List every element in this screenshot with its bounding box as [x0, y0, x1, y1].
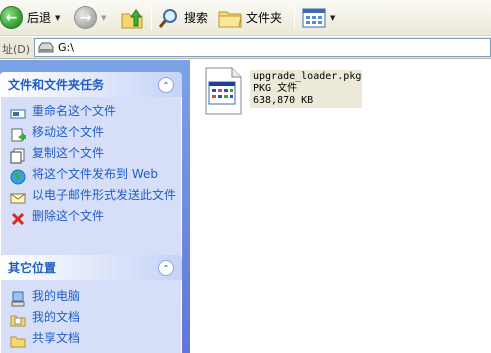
task-copy[interactable]: 复制这个文件 [1, 145, 181, 166]
up-folder-button[interactable] [120, 3, 144, 32]
task-pane: 文件和文件夹任务 ⌃ 重命名这个文件 移动这个文件 复制这个文件 将这个文件发布… [0, 60, 190, 353]
task-rename[interactable]: 重命名这个文件 [1, 103, 181, 124]
file-type: PKG 文件 [253, 83, 298, 94]
file-size: 638,870 KB [253, 95, 314, 106]
task-email-label: 以电子邮件形式发送此文件 [32, 188, 177, 202]
other-places-title: 其它位置 [8, 261, 57, 275]
drive-icon [38, 42, 54, 52]
place-my-documents[interactable]: 我的文档 [1, 309, 181, 330]
place-shared-documents-label: 共享文档 [32, 331, 81, 345]
file-item[interactable]: upgrade_loader.pkg PKG 文件 638,870 KB [202, 66, 362, 116]
task-publish-web-label: 将这个文件发布到 Web [32, 167, 158, 181]
task-publish-web[interactable]: 将这个文件发布到 Web [1, 166, 181, 187]
task-copy-label: 复制这个文件 [32, 146, 105, 160]
delete-icon [10, 211, 26, 227]
file-details: upgrade_loader.pkg PKG 文件 638,870 KB [250, 70, 362, 108]
file-tasks-panel: 文件和文件夹任务 ⌃ 重命名这个文件 移动这个文件 复制这个文件 将这个文件发布… [0, 72, 182, 265]
my-documents-icon [10, 312, 26, 328]
address-label: 址(D) [2, 43, 31, 56]
my-computer-icon [10, 291, 26, 307]
folders-icon [218, 11, 242, 27]
search-button[interactable]: 搜索 [158, 3, 208, 32]
folders-label: 文件夹 [246, 11, 283, 25]
other-places-header[interactable]: 其它位置 ⌃ [0, 255, 182, 280]
forward-arrow-icon: → [74, 6, 97, 29]
collapse-chevron-icon[interactable]: ⌃ [158, 77, 174, 93]
move-icon [10, 127, 26, 143]
shared-documents-icon [10, 333, 26, 349]
publish-web-icon [10, 169, 26, 185]
task-delete[interactable]: 删除这个文件 [1, 208, 181, 229]
up-folder-icon [121, 8, 143, 28]
email-icon [10, 190, 26, 206]
pkg-file-icon [205, 67, 242, 115]
toolbar: ← 后退 ▼ → ▼ 搜索 文件夹 ▼ [0, 0, 491, 36]
file-tasks-header[interactable]: 文件和文件夹任务 ⌃ [0, 72, 182, 97]
address-bar: 址(D) G:\ [0, 37, 491, 59]
views-icon [302, 8, 326, 27]
views-button[interactable]: ▼ [302, 3, 335, 32]
back-arrow-icon: ← [0, 6, 23, 29]
search-icon [158, 8, 177, 28]
task-move-label: 移动这个文件 [32, 125, 105, 139]
back-button[interactable]: ← 后退 ▼ [0, 3, 60, 32]
file-name: upgrade_loader.pkg [253, 71, 362, 82]
views-dropdown-arrow-icon[interactable]: ▼ [330, 14, 335, 22]
task-email[interactable]: 以电子邮件形式发送此文件 [1, 187, 181, 208]
address-input[interactable]: G:\ [34, 38, 491, 57]
forward-dropdown-arrow-icon[interactable]: ▼ [101, 14, 106, 22]
collapse-chevron-icon[interactable]: ⌃ [158, 260, 174, 276]
file-list-area[interactable]: upgrade_loader.pkg PKG 文件 638,870 KB [190, 60, 491, 353]
place-shared-documents[interactable]: 共享文档 [1, 330, 181, 351]
place-my-computer-label: 我的电脑 [32, 289, 81, 303]
search-label: 搜索 [184, 11, 209, 25]
forward-button[interactable]: → ▼ [74, 3, 106, 32]
file-tasks-title: 文件和文件夹任务 [8, 78, 105, 92]
rename-icon [10, 106, 26, 122]
task-move[interactable]: 移动这个文件 [1, 124, 181, 145]
back-dropdown-arrow-icon[interactable]: ▼ [55, 14, 60, 22]
folders-button[interactable]: 文件夹 [218, 3, 282, 32]
back-label: 后退 [27, 11, 52, 25]
place-my-computer[interactable]: 我的电脑 [1, 288, 181, 309]
copy-icon [10, 148, 26, 164]
other-places-panel: 其它位置 ⌃ 我的电脑 我的文档 共享文档 [0, 255, 182, 353]
task-rename-label: 重命名这个文件 [32, 104, 117, 118]
place-my-documents-label: 我的文档 [32, 310, 81, 324]
address-path: G:\ [58, 41, 74, 54]
task-delete-label: 删除这个文件 [32, 209, 105, 223]
